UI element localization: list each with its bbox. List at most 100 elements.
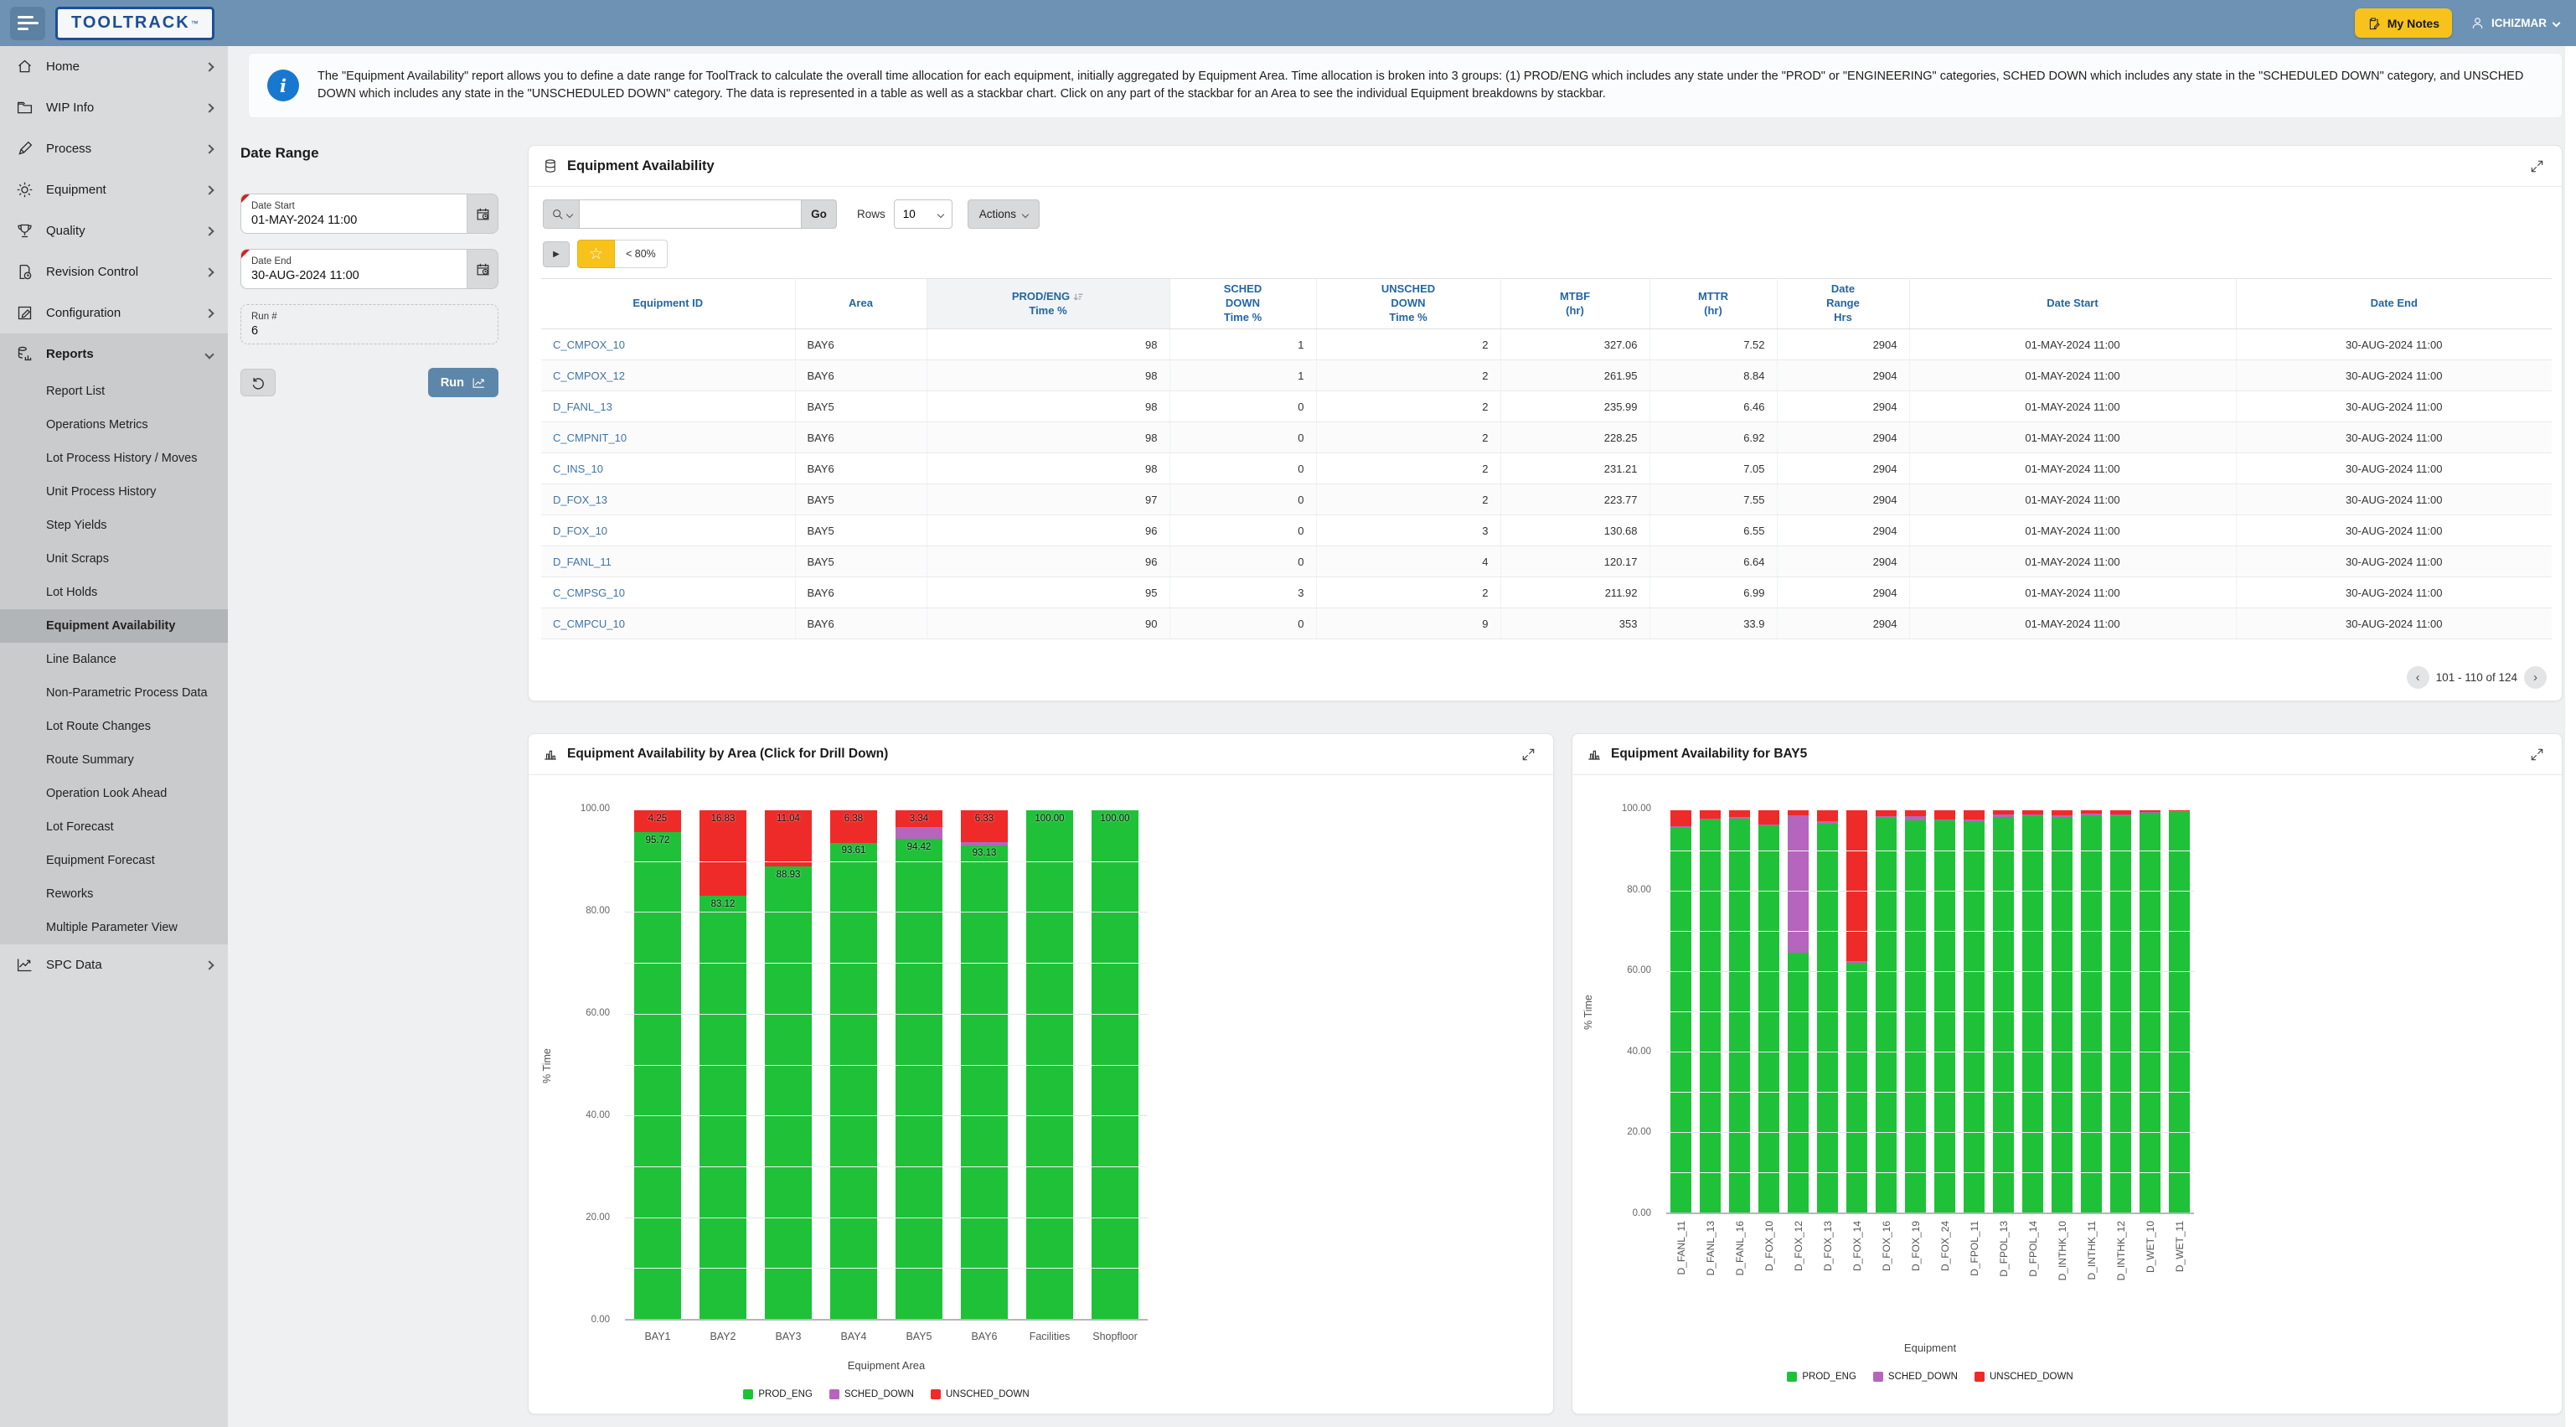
sidebar-subitem-equipment-forecast[interactable]: Equipment Forecast <box>0 844 228 877</box>
column-header[interactable]: Date End <box>2236 279 2552 329</box>
segment-prod-eng[interactable] <box>765 866 811 1319</box>
segment-prod-eng[interactable] <box>2140 813 2160 1212</box>
date-end-input[interactable]: Date End 30-AUG-2024 11:00 <box>240 249 467 289</box>
run-button[interactable]: Run <box>428 368 498 397</box>
actions-button[interactable]: Actions <box>968 199 1040 229</box>
segment-sched-down[interactable] <box>896 827 942 839</box>
equipment-link[interactable]: C_CMPOX_10 <box>553 339 625 351</box>
segment-prod-eng[interactable] <box>1817 824 1838 1212</box>
segment-prod-eng[interactable] <box>961 845 1007 1319</box>
date-end-value[interactable]: 30-AUG-2024 11:00 <box>251 269 457 282</box>
sidebar-subitem-lot-forecast[interactable]: Lot Forecast <box>0 810 228 844</box>
sidebar-subitem-operation-look-ahead[interactable]: Operation Look Ahead <box>0 777 228 810</box>
sidebar-item-wip-info[interactable]: WIP Info <box>0 87 228 128</box>
sidebar-subitem-route-summary[interactable]: Route Summary <box>0 743 228 777</box>
segment-prod-eng[interactable] <box>1729 819 1750 1212</box>
run-number-field[interactable]: Run # 6 <box>240 304 498 344</box>
segment-unsched-down[interactable] <box>1700 810 1721 819</box>
sidebar-subitem-unit-process-history[interactable]: Unit Process History <box>0 475 228 509</box>
equipment-link[interactable]: C_INS_10 <box>553 463 603 475</box>
sidebar-item-process[interactable]: Process <box>0 128 228 169</box>
filter-chip[interactable]: < 80% <box>615 240 668 268</box>
segment-prod-eng[interactable] <box>1758 825 1779 1212</box>
date-start-input[interactable]: Date Start 01-MAY-2024 11:00 <box>240 194 467 234</box>
segment-prod-eng[interactable] <box>896 839 942 1319</box>
equipment-link[interactable]: C_CMPOX_12 <box>553 370 625 382</box>
sidebar-item-quality[interactable]: Quality <box>0 210 228 251</box>
segment-unsched-down[interactable] <box>1934 810 1955 819</box>
segment-sched-down[interactable] <box>1788 815 1809 954</box>
segment-prod-eng[interactable] <box>2110 815 2131 1212</box>
equipment-link[interactable]: C_CMPCU_10 <box>553 618 625 630</box>
sidebar-subitem-step-yields[interactable]: Step Yields <box>0 509 228 542</box>
sidebar-subitem-equipment-availability[interactable]: Equipment Availability <box>0 609 228 643</box>
equipment-link[interactable]: C_CMPSG_10 <box>553 587 625 599</box>
sidebar-item-configuration[interactable]: Configuration <box>0 292 228 333</box>
sidebar-subitem-operations-metrics[interactable]: Operations Metrics <box>0 408 228 442</box>
search-input[interactable] <box>580 199 802 229</box>
sidebar-subitem-non-parametric-process-data[interactable]: Non-Parametric Process Data <box>0 676 228 710</box>
column-header[interactable]: UNSCHEDDOWNTime % <box>1316 279 1500 329</box>
maximize-button[interactable] <box>2526 743 2548 765</box>
sidebar-item-equipment[interactable]: Equipment <box>0 169 228 210</box>
reset-button[interactable] <box>240 369 276 396</box>
segment-prod-eng[interactable] <box>634 832 680 1319</box>
sidebar-subitem-lot-holds[interactable]: Lot Holds <box>0 576 228 609</box>
segment-prod-eng[interactable] <box>2081 815 2102 1212</box>
user-menu[interactable]: ICHIZMAR <box>2470 16 2559 30</box>
maximize-button[interactable] <box>1517 743 1539 765</box>
segment-unsched-down[interactable] <box>1876 810 1897 816</box>
saved-report-star-button[interactable]: ☆ <box>577 240 615 268</box>
segment-prod-eng[interactable] <box>1905 820 1926 1212</box>
sidebar-subitem-lot-route-changes[interactable]: Lot Route Changes <box>0 710 228 743</box>
segment-unsched-down[interactable] <box>1905 810 1926 816</box>
date-start-picker-button[interactable] <box>467 194 498 234</box>
segment-prod-eng[interactable] <box>699 896 746 1319</box>
segment-prod-eng[interactable] <box>1846 963 1867 1212</box>
sidebar-subitem-lot-process-history-moves[interactable]: Lot Process History / Moves <box>0 442 228 475</box>
segment-prod-eng[interactable] <box>830 843 876 1319</box>
expand-filter-button[interactable]: ▶ <box>543 241 570 267</box>
segment-prod-eng[interactable] <box>2052 817 2073 1212</box>
segment-unsched-down[interactable] <box>1964 810 1985 819</box>
column-header[interactable]: SCHEDDOWNTime % <box>1169 279 1316 329</box>
segment-prod-eng[interactable] <box>2169 812 2190 1212</box>
sidebar-item-revision-control[interactable]: Revision Control <box>0 251 228 292</box>
my-notes-button[interactable]: My Notes <box>2355 8 2452 38</box>
rows-select[interactable]: 10 <box>894 199 952 229</box>
column-header[interactable]: DateRangeHrs <box>1777 279 1909 329</box>
equipment-link[interactable]: D_FOX_13 <box>553 494 607 506</box>
sidebar-subitem-multiple-parameter-view[interactable]: Multiple Parameter View <box>0 911 228 944</box>
segment-prod-eng[interactable] <box>1993 817 2014 1212</box>
sidebar-subitem-report-list[interactable]: Report List <box>0 375 228 408</box>
sidebar-subitem-unit-scraps[interactable]: Unit Scraps <box>0 542 228 576</box>
date-end-picker-button[interactable] <box>467 249 498 289</box>
sidebar-subitem-reworks[interactable]: Reworks <box>0 877 228 911</box>
column-header[interactable]: MTBF(hr) <box>1500 279 1649 329</box>
sidebar-item-reports[interactable]: Reports <box>0 333 228 375</box>
segment-unsched-down[interactable] <box>1670 810 1691 826</box>
equipment-link[interactable]: C_CMPNIT_10 <box>553 432 627 444</box>
segment-prod-eng[interactable] <box>2022 815 2043 1212</box>
segment-unsched-down[interactable] <box>1758 810 1779 825</box>
segment-unsched-down[interactable] <box>1846 810 1867 961</box>
segment-prod-eng[interactable] <box>1700 819 1721 1212</box>
column-header[interactable]: Area <box>795 279 927 329</box>
sidebar-item-home[interactable]: Home <box>0 46 228 87</box>
segment-unsched-down[interactable] <box>1729 810 1750 817</box>
segment-prod-eng[interactable] <box>1876 818 1897 1212</box>
segment-unsched-down[interactable] <box>1817 810 1838 821</box>
segment-prod-eng[interactable] <box>1964 821 1985 1212</box>
column-header[interactable]: Equipment ID <box>541 279 795 329</box>
next-page-button[interactable]: › <box>2524 666 2547 689</box>
equipment-link[interactable]: D_FANL_13 <box>553 401 612 413</box>
column-header[interactable]: Date Start <box>1909 279 2236 329</box>
search-options-button[interactable] <box>543 199 580 229</box>
sidebar-item-spc-data[interactable]: SPC Data <box>0 944 228 985</box>
segment-prod-eng[interactable] <box>1788 953 1809 1212</box>
equipment-link[interactable]: D_FOX_10 <box>553 525 607 537</box>
column-header[interactable]: PROD/ENGTime % <box>927 279 1169 329</box>
go-button[interactable]: Go <box>802 199 837 229</box>
column-header[interactable]: MTTR(hr) <box>1649 279 1777 329</box>
sidebar-subitem-line-balance[interactable]: Line Balance <box>0 643 228 676</box>
